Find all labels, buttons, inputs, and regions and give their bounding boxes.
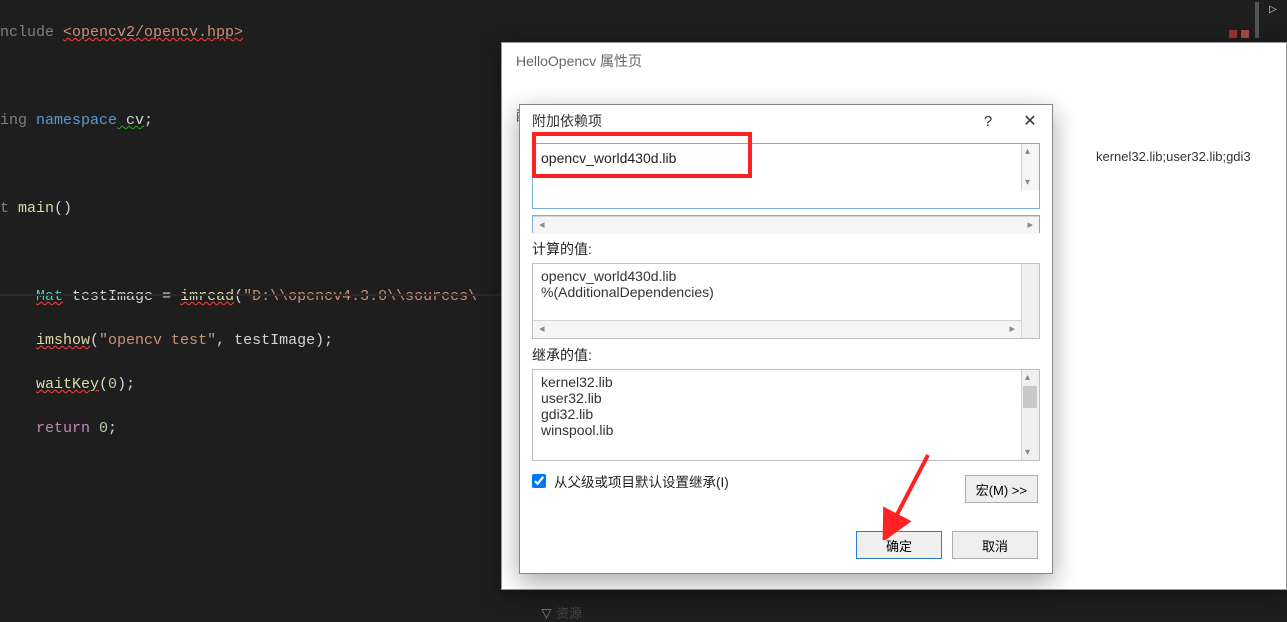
code-text: ; <box>108 420 117 437</box>
scroll-up-icon[interactable]: ▴ <box>1025 146 1030 157</box>
identifier: cv <box>117 112 144 129</box>
computed-line: %(AdditionalDependencies) <box>541 284 1031 300</box>
string-lit: "opencv test" <box>99 332 216 349</box>
close-button[interactable]: ✕ <box>1018 111 1042 131</box>
play-icon[interactable]: ▷ <box>1269 4 1277 15</box>
scroll-thumb[interactable] <box>1023 386 1037 408</box>
scroll-up-icon[interactable]: ▴ <box>1025 372 1030 383</box>
code-text: , testImage); <box>216 332 333 349</box>
tree-expand-icon[interactable]: ▷ <box>539 609 555 619</box>
fn-name: imshow <box>36 332 90 349</box>
code-text: nclude <box>0 24 63 41</box>
keyword: namespace <box>36 112 117 129</box>
dialog-title: 附加依赖项 <box>532 111 602 131</box>
property-value-text: kernel32.lib;user32.lib;gdi3 <box>1096 149 1280 164</box>
additional-dependencies-dialog: 附加依赖项 ? ✕ opencv_world430d.lib ▴▾ ◂▸ 计算的… <box>519 104 1053 574</box>
macros-button[interactable]: 宏(M) >> <box>965 475 1038 503</box>
scroll-right-icon[interactable]: ▸ <box>1009 322 1015 335</box>
dialog-titlebar[interactable]: 附加依赖项 ? ✕ <box>520 105 1052 137</box>
keyword: return <box>36 420 90 437</box>
scroll-left-icon[interactable]: ◂ <box>539 322 545 335</box>
computed-values-box: opencv_world430d.lib %(AdditionalDepende… <box>532 263 1040 339</box>
inherited-line: gdi32.lib <box>541 406 1031 422</box>
number-lit: 0 <box>108 376 117 393</box>
vertical-scroll[interactable]: ▴ ▾ <box>1021 370 1039 460</box>
property-sheet-title: HelloOpencv 属性页 <box>502 43 1286 79</box>
scroll-down-icon[interactable]: ▾ <box>1025 177 1030 188</box>
inherited-label: 继承的值: <box>532 345 1040 365</box>
fn-name: imread <box>180 288 234 305</box>
editor-divider <box>0 294 510 296</box>
inherited-line: winspool.lib <box>541 422 1031 438</box>
number-lit: 0 <box>90 420 108 437</box>
property-value-cell[interactable]: kernel32.lib;user32.lib;gdi3 <box>1090 143 1286 170</box>
code-text: () <box>54 200 72 217</box>
cancel-button[interactable]: 取消 <box>952 531 1038 559</box>
horizontal-scroll[interactable]: ◂▸ <box>533 216 1039 234</box>
code-text: t <box>0 200 18 217</box>
minimap-marker <box>1241 30 1249 38</box>
horizontal-scroll[interactable]: ◂▸ <box>533 320 1021 338</box>
inherit-checkbox-label: 从父级或项目默认设置继承(I) <box>554 471 729 491</box>
inherited-line: kernel32.lib <box>541 374 1031 390</box>
tree-node-resource[interactable]: ▷资源 <box>542 603 582 622</box>
vertical-scroll[interactable]: ▴▾ <box>1021 144 1039 190</box>
scroll-down-icon[interactable]: ▾ <box>1025 447 1030 458</box>
tree-label: 资源 <box>556 606 582 621</box>
vertical-scroll[interactable] <box>1021 264 1039 338</box>
computed-label: 计算的值: <box>532 239 1040 259</box>
code-text: ( <box>99 376 108 393</box>
minimap-scrollbar[interactable] <box>1255 2 1259 38</box>
dependencies-text[interactable]: opencv_world430d.lib <box>533 144 1039 192</box>
string-lit: "D:\\opencv4.3.0\\sources\ <box>243 288 477 305</box>
scroll-left-icon[interactable]: ◂ <box>539 218 545 231</box>
code-text: ing <box>0 112 36 129</box>
type: Mat <box>36 288 63 305</box>
inherit-checkbox[interactable] <box>532 474 546 488</box>
ok-button[interactable]: 确定 <box>856 531 942 559</box>
dependencies-textarea[interactable]: opencv_world430d.lib ▴▾ <box>532 143 1040 209</box>
scroll-right-icon[interactable]: ▸ <box>1027 218 1033 231</box>
inherited-values-box: kernel32.lib user32.lib gdi32.lib winspo… <box>532 369 1040 461</box>
code-text: ); <box>117 376 135 393</box>
include-path: <opencv2/opencv.hpp> <box>63 24 243 41</box>
code-text: testImage = <box>63 288 180 305</box>
fn-name: waitKey <box>36 376 99 393</box>
fn-name: main <box>18 200 54 217</box>
computed-line: opencv_world430d.lib <box>541 268 1031 284</box>
help-button[interactable]: ? <box>976 113 1000 130</box>
inherited-line: user32.lib <box>541 390 1031 406</box>
minimap-marker <box>1229 30 1237 38</box>
